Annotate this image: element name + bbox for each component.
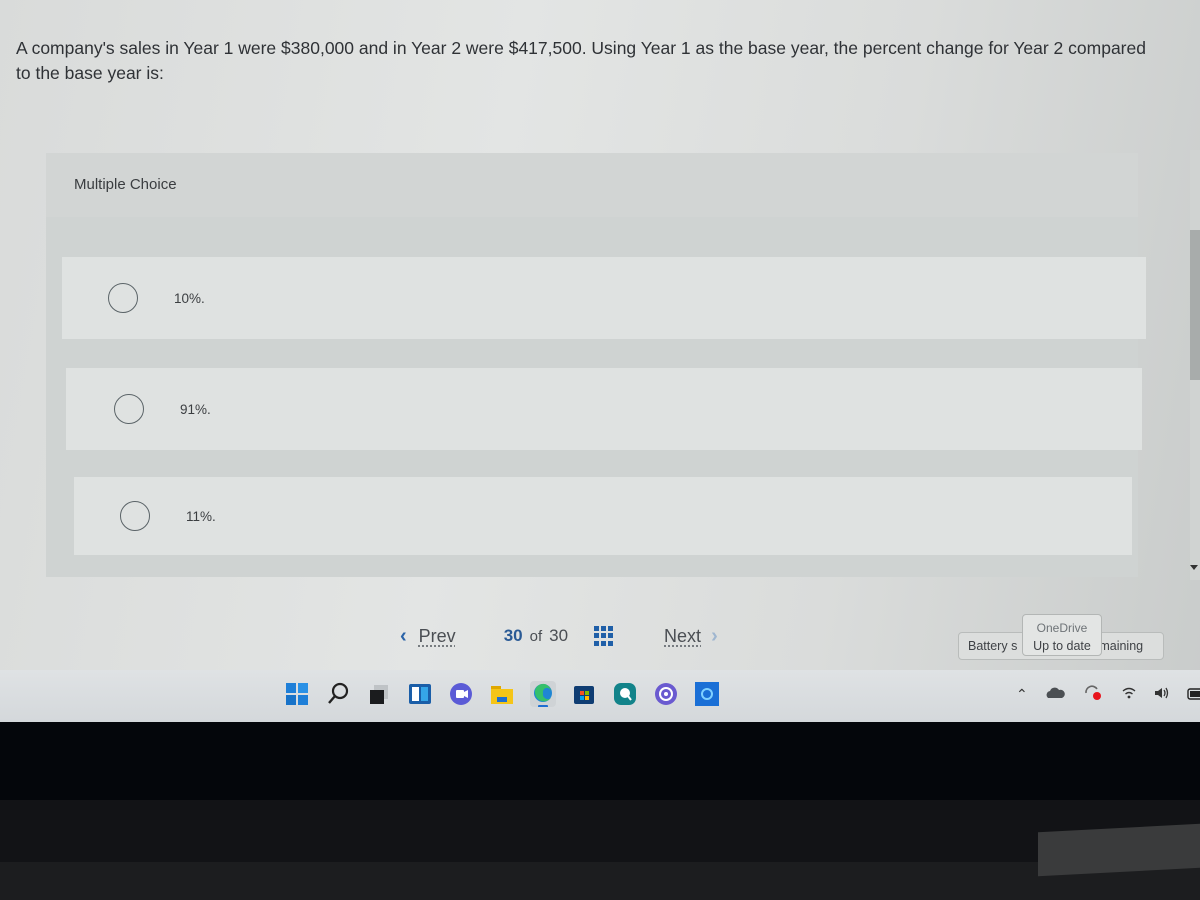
multiple-choice-panel: Multiple Choice 10%. 91%. 11%. bbox=[46, 153, 1146, 577]
scrollbar-thumb[interactable] bbox=[1190, 230, 1200, 380]
prev-label: Prev bbox=[418, 625, 456, 646]
windows-start-icon[interactable] bbox=[284, 681, 310, 707]
onedrive-tooltip: OneDrive Up to date bbox=[1022, 614, 1102, 656]
search-icon[interactable] bbox=[325, 681, 351, 707]
store-icon[interactable] bbox=[571, 681, 597, 707]
vertical-scrollbar[interactable] bbox=[1190, 150, 1200, 580]
onedrive-tooltip-status: Up to date bbox=[1033, 639, 1091, 653]
multiple-choice-header: Multiple Choice bbox=[46, 153, 1138, 217]
browser-content: A company's sales in Year 1 were $380,00… bbox=[0, 0, 1200, 722]
chevron-up-icon[interactable]: ⌃ bbox=[1016, 686, 1028, 703]
multiple-choice-title: Multiple Choice bbox=[74, 176, 177, 193]
choice-label: 91%. bbox=[180, 401, 211, 417]
volume-icon[interactable] bbox=[1154, 686, 1170, 703]
radio-button[interactable] bbox=[120, 501, 150, 531]
next-button[interactable]: Next › bbox=[664, 626, 718, 647]
radio-button[interactable] bbox=[114, 394, 144, 424]
total-pages: 30 bbox=[549, 626, 569, 645]
battery-icon[interactable] bbox=[1187, 687, 1200, 703]
widgets-icon[interactable] bbox=[407, 681, 433, 707]
onedrive-cloud-icon[interactable] bbox=[1045, 686, 1065, 703]
system-tray: ⌃ bbox=[1016, 684, 1200, 705]
radio-button[interactable] bbox=[108, 283, 138, 313]
choice-option-1[interactable]: 10%. bbox=[62, 257, 1146, 339]
scroll-down-arrow-icon[interactable] bbox=[1190, 565, 1198, 570]
chevron-left-icon: ‹ bbox=[400, 625, 407, 647]
question-navigation: ‹ Prev 30 of 30 Next › bbox=[400, 622, 718, 650]
choice-option-3[interactable]: 11%. bbox=[74, 477, 1132, 555]
battery-tooltip-text-left: Battery s bbox=[968, 639, 1018, 653]
page-indicator: 30 of 30 bbox=[504, 626, 614, 646]
purple-app-icon[interactable] bbox=[653, 681, 679, 707]
choice-label: 11%. bbox=[186, 508, 216, 524]
choice-option-2[interactable]: 91%. bbox=[66, 368, 1142, 450]
task-view-icon[interactable] bbox=[366, 681, 392, 707]
prev-button[interactable]: ‹ Prev bbox=[400, 626, 456, 647]
question-text: A company's sales in Year 1 were $380,00… bbox=[16, 38, 1146, 83]
teal-app-icon[interactable] bbox=[612, 681, 638, 707]
next-label: Next bbox=[664, 625, 702, 646]
cortana-icon[interactable] bbox=[694, 681, 720, 707]
edge-icon[interactable] bbox=[530, 681, 556, 708]
onedrive-tooltip-title: OneDrive bbox=[1036, 621, 1088, 635]
laptop-base bbox=[0, 862, 1200, 900]
folder-icon[interactable] bbox=[489, 681, 515, 707]
chat-icon[interactable] bbox=[448, 681, 474, 707]
laptop-hinge bbox=[0, 800, 1200, 870]
taskbar-apps bbox=[284, 681, 735, 708]
of-label: of bbox=[529, 627, 543, 645]
question-grid-icon[interactable] bbox=[594, 626, 614, 646]
sync-icon[interactable] bbox=[1082, 684, 1104, 705]
laptop-hinge-right bbox=[1038, 823, 1200, 877]
wifi-icon[interactable] bbox=[1121, 686, 1137, 703]
choice-label: 10%. bbox=[174, 290, 205, 306]
laptop-bezel bbox=[0, 722, 1200, 802]
chevron-right-icon: › bbox=[711, 625, 718, 647]
battery-tooltip-text-right: maining bbox=[1099, 639, 1144, 653]
current-page: 30 bbox=[503, 626, 523, 645]
taskbar: ⌃ bbox=[0, 670, 1200, 722]
